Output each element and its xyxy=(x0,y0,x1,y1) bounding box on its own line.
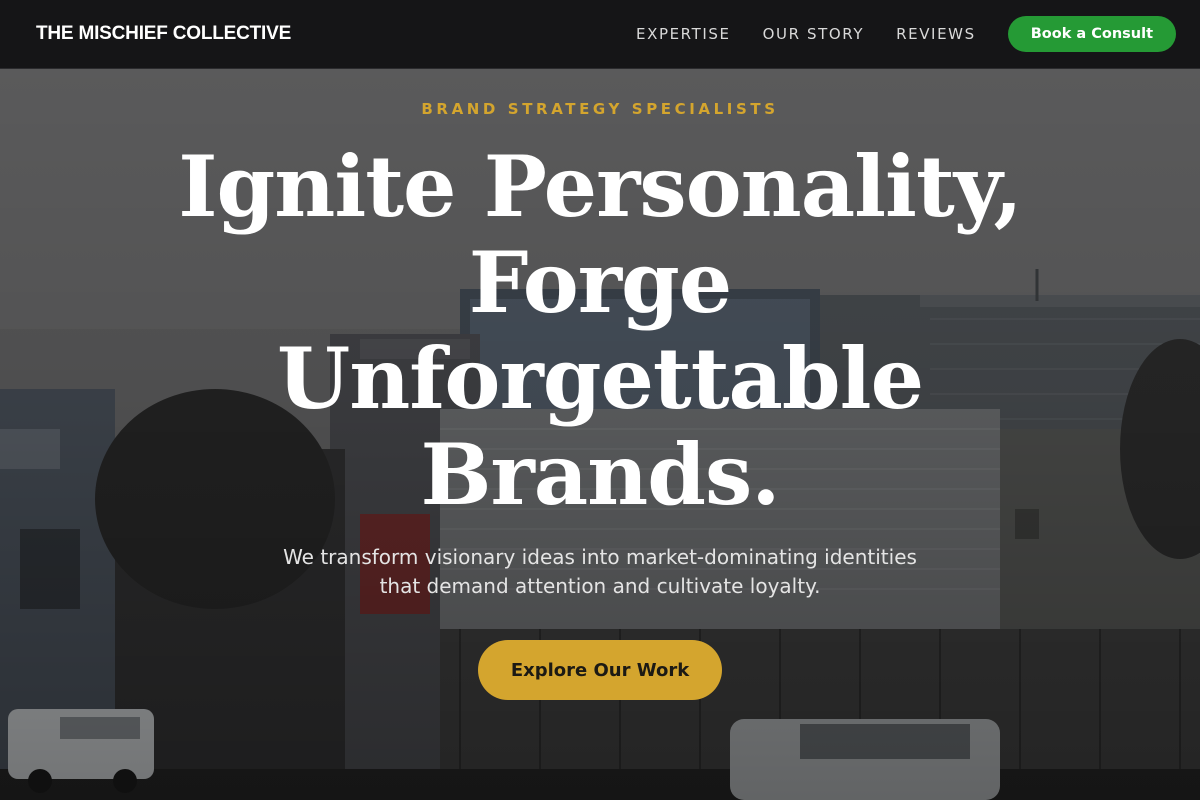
headline-line-3: Unforgettable xyxy=(276,329,924,428)
top-navbar: THE MISCHIEF COLLECTIVE EXPERTISE OUR ST… xyxy=(0,0,1200,69)
nav-menu: EXPERTISE OUR STORY REVIEWS Book a Consu… xyxy=(636,16,1176,52)
subhead-line-2: that demand attention and cultivate loya… xyxy=(379,574,821,598)
hero-headline: Ignite Personality, Forge Unforgettable … xyxy=(100,139,1100,523)
explore-our-work-button[interactable]: Explore Our Work xyxy=(478,640,722,700)
headline-line-2: Forge xyxy=(468,233,733,332)
hero-subheadline: We transform visionary ideas into market… xyxy=(260,543,940,601)
brand-logo-text[interactable]: THE MISCHIEF COLLECTIVE xyxy=(36,23,291,45)
hero-eyebrow: BRAND STRATEGY SPECIALISTS xyxy=(421,100,779,118)
hero-section: BRAND STRATEGY SPECIALISTS Ignite Person… xyxy=(0,69,1200,800)
headline-line-1: Ignite Personality, xyxy=(178,137,1023,236)
nav-link-expertise[interactable]: EXPERTISE xyxy=(636,25,731,43)
book-consult-button[interactable]: Book a Consult xyxy=(1007,16,1176,52)
nav-link-reviews[interactable]: REVIEWS xyxy=(896,25,976,43)
headline-line-4: Brands. xyxy=(420,425,780,524)
nav-link-our-story[interactable]: OUR STORY xyxy=(763,25,865,43)
hero-content: BRAND STRATEGY SPECIALISTS Ignite Person… xyxy=(0,69,1200,800)
landing-page: THE MISCHIEF COLLECTIVE EXPERTISE OUR ST… xyxy=(0,0,1200,800)
subhead-line-1: We transform visionary ideas into market… xyxy=(283,545,917,569)
